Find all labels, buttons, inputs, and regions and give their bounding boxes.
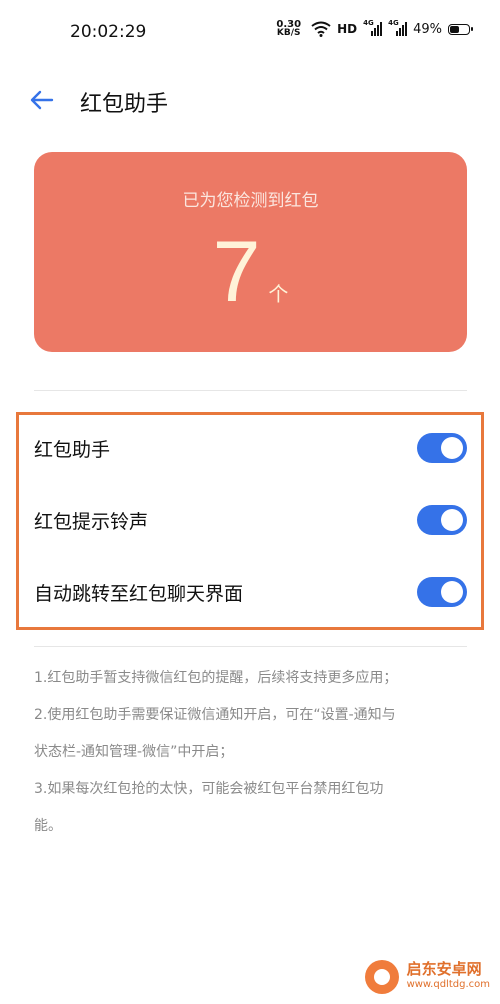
- watermark: 启东安卓网 www.qdltdg.com: [364, 960, 490, 994]
- card-count-group: 7个: [34, 222, 467, 322]
- ringtone-toggle[interactable]: [417, 505, 467, 535]
- net-speed-unit: KB/S: [276, 28, 301, 38]
- note-line-2b: 状态栏-通知管理-微信”中开启；: [34, 744, 234, 760]
- page-title: 红包助手: [80, 92, 169, 117]
- card-label: 已为您检测到红包: [182, 191, 319, 211]
- notes: 1.红包助手暂支持微信红包的提醒，后续将支持更多应用； 2.使用红包助手需要保证…: [34, 660, 470, 845]
- divider: [34, 646, 467, 647]
- arrow-left-icon[interactable]: [26, 84, 58, 116]
- watermark-name: 启东安卓网: [406, 960, 482, 978]
- watermark-url: www.qdltdg.com: [406, 979, 490, 990]
- status-bar: 20:02:29 0.30 KB/S HD 4G 4G 49%: [0, 0, 500, 66]
- signal-icon-2: 4G: [388, 19, 408, 36]
- signal-icon-1: 4G: [363, 19, 383, 36]
- setting-row-auto-jump: 自动跳转至红包聊天界面: [34, 567, 467, 617]
- setting-label-auto-jump: 自动跳转至红包聊天界面: [34, 582, 244, 605]
- battery-icon: [448, 23, 473, 35]
- setting-row-assistant: 红包助手: [34, 423, 467, 473]
- red-packet-count: 7: [212, 224, 261, 320]
- status-icons: 0.30 KB/S HD 4G 4G 49%: [276, 19, 473, 38]
- note-line-3b: 能。: [34, 818, 62, 834]
- header: 红包助手: [0, 70, 500, 130]
- setting-label-ringtone: 红包提示铃声: [34, 510, 149, 533]
- setting-label-assistant: 红包助手: [34, 438, 111, 461]
- battery-percent: 49%: [413, 21, 442, 37]
- red-packet-count-card: 已为您检测到红包 7个: [34, 152, 467, 352]
- wifi-icon: [311, 21, 331, 37]
- note-line-2a: 2.使用红包助手需要保证微信通知开启，可在“设置-通知与: [34, 707, 396, 723]
- watermark-text: 启东安卓网 www.qdltdg.com: [407, 961, 490, 993]
- auto-jump-toggle[interactable]: [417, 577, 467, 607]
- network-type-1: 4G: [363, 19, 374, 27]
- toggle-knob: [441, 437, 463, 459]
- note-line-3a: 3.如果每次红包抢的太快，可能会被红包平台禁用红包功: [34, 781, 384, 797]
- watermark-logo-icon: [364, 960, 399, 994]
- hd-label: HD: [337, 22, 358, 36]
- toggle-knob: [441, 509, 463, 531]
- assistant-toggle[interactable]: [417, 433, 467, 463]
- note-line-1: 1.红包助手暂支持微信红包的提醒，后续将支持更多应用；: [34, 670, 398, 686]
- divider: [34, 390, 467, 391]
- network-type-2: 4G: [388, 19, 399, 27]
- count-unit: 个: [268, 282, 289, 306]
- toggle-knob: [441, 581, 463, 603]
- net-speed: 0.30 KB/S: [276, 20, 301, 38]
- setting-row-ringtone: 红包提示铃声: [34, 495, 467, 545]
- status-time: 20:02:29: [70, 22, 147, 42]
